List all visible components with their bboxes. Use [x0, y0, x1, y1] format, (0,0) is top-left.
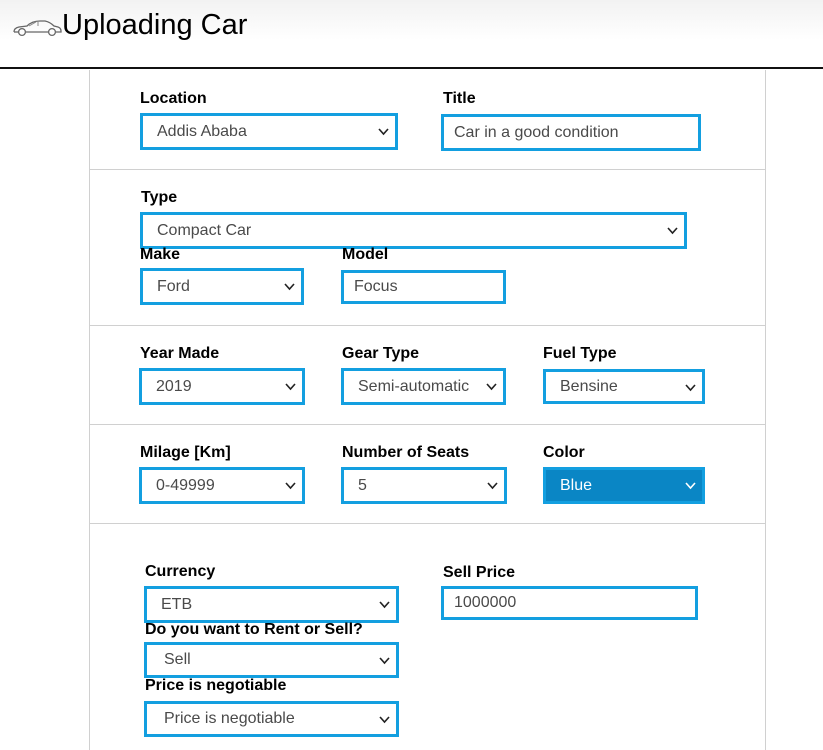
- negotiable-select[interactable]: Price is negotiable: [144, 701, 399, 737]
- make-value: Ford: [157, 278, 190, 295]
- title-value: Car in a good condition: [454, 124, 619, 141]
- chevron-down-icon: [284, 283, 295, 291]
- title-label: Title: [443, 90, 476, 107]
- model-value: Focus: [354, 278, 398, 295]
- negotiable-label: Price is negotiable: [145, 677, 287, 694]
- year-made-value: 2019: [156, 378, 192, 395]
- fuel-type-value: Bensine: [560, 378, 618, 395]
- chevron-down-icon: [285, 482, 296, 490]
- gear-type-value: Semi-automatic: [358, 378, 470, 395]
- type-label: Type: [141, 189, 178, 206]
- chevron-down-icon: [486, 383, 497, 391]
- gear-type-select[interactable]: Semi-automatic: [341, 368, 506, 405]
- section-divider: [89, 424, 765, 425]
- location-select[interactable]: Addis Ababa: [140, 113, 398, 150]
- chevron-down-icon: [379, 657, 390, 665]
- rent-or-sell-value: Sell: [164, 651, 191, 668]
- color-value: Blue: [560, 477, 593, 494]
- chevron-down-icon: [378, 128, 389, 136]
- title-input[interactable]: Car in a good condition: [441, 114, 701, 151]
- milage-select[interactable]: 0-49999: [139, 467, 305, 504]
- milage-value: 0-49999: [156, 477, 215, 494]
- make-label: Make: [140, 246, 181, 263]
- section-divider: [89, 325, 765, 326]
- section-divider: [89, 523, 765, 524]
- type-select[interactable]: Compact Car: [140, 212, 687, 249]
- sell-price-input[interactable]: 1000000: [441, 586, 698, 620]
- fuel-type-select[interactable]: Bensine: [543, 369, 705, 404]
- color-select[interactable]: Blue: [543, 467, 705, 504]
- chevron-down-icon: [685, 482, 696, 490]
- fuel-type-label: Fuel Type: [543, 345, 617, 362]
- chevron-down-icon: [379, 601, 390, 609]
- rent-or-sell-label: Do you want to Rent or Sell?: [145, 621, 363, 638]
- location-label: Location: [140, 90, 207, 107]
- chevron-down-icon: [379, 716, 390, 724]
- location-value: Addis Ababa: [157, 123, 247, 140]
- car-icon: [13, 20, 62, 37]
- model-input[interactable]: Focus: [341, 270, 506, 304]
- sell-price-value: 1000000: [454, 594, 517, 611]
- page-header: Uploading Car: [0, 0, 823, 69]
- seats-select[interactable]: 5: [341, 467, 507, 504]
- milage-label: Milage [Km]: [140, 444, 231, 461]
- model-label: Model: [342, 246, 389, 263]
- color-label: Color: [543, 444, 585, 461]
- currency-label: Currency: [145, 563, 216, 580]
- currency-select[interactable]: ETB: [144, 586, 399, 623]
- chevron-down-icon: [285, 383, 296, 391]
- chevron-down-icon: [685, 384, 696, 392]
- make-select[interactable]: Ford: [140, 268, 304, 305]
- type-value: Compact Car: [157, 222, 252, 239]
- section-divider: [89, 169, 765, 170]
- chevron-down-icon: [487, 482, 498, 490]
- year-made-label: Year Made: [140, 345, 220, 362]
- sell-price-label: Sell Price: [443, 564, 516, 581]
- currency-value: ETB: [161, 596, 193, 613]
- negotiable-value: Price is negotiable: [164, 710, 295, 727]
- gear-type-label: Gear Type: [342, 345, 420, 362]
- page-title: Uploading Car: [62, 9, 248, 41]
- year-made-select[interactable]: 2019: [139, 368, 305, 405]
- rent-or-sell-select[interactable]: Sell: [144, 642, 399, 678]
- seats-label: Number of Seats: [342, 444, 470, 461]
- chevron-down-icon: [667, 227, 678, 235]
- seats-value: 5: [358, 477, 367, 494]
